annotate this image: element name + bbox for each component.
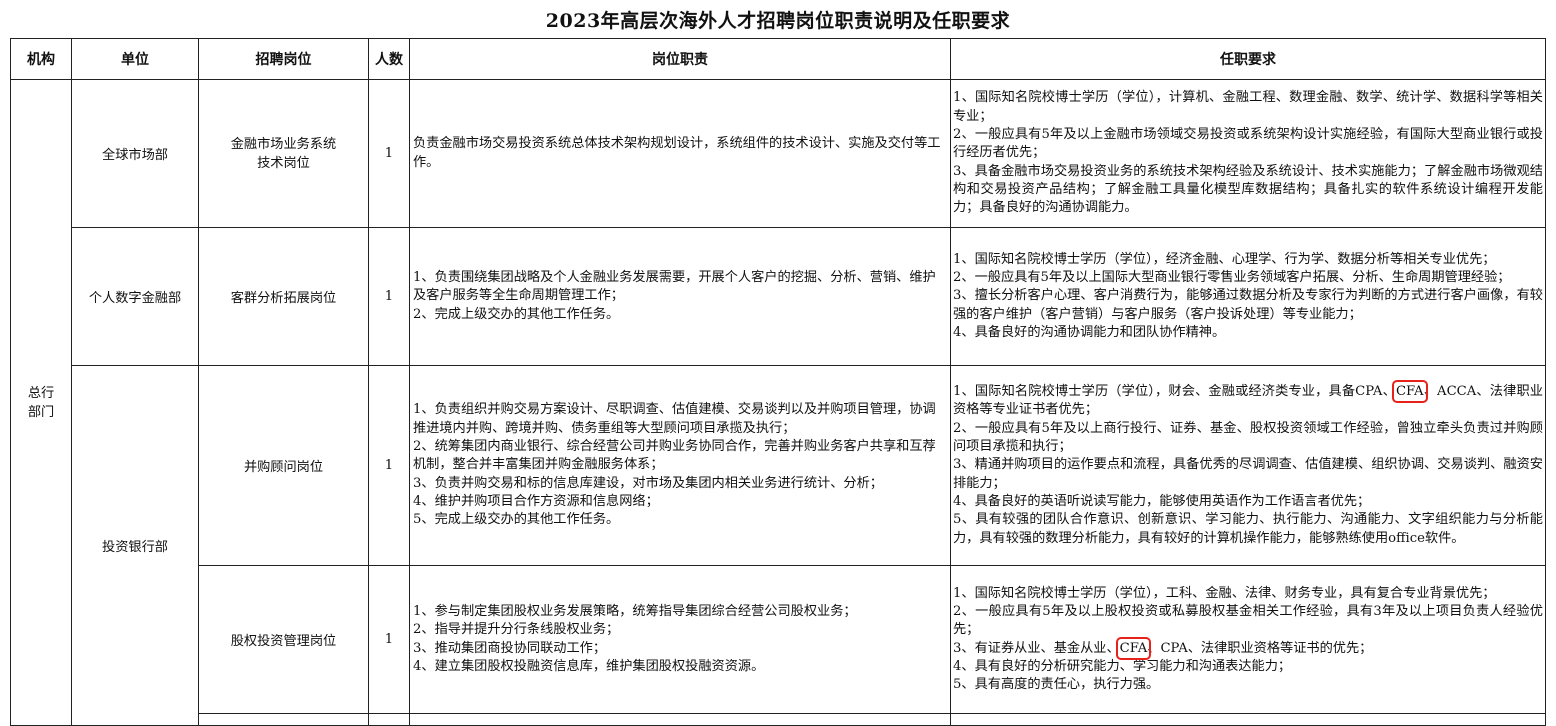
requirement-item: 2、一般应具有5年及以上金融市场领域交易投资或系统架构设计实施经验，有国际大型商…: [953, 127, 1543, 161]
requirement-item: 1、国际知名院校博士学历（学位），财会、金融或经济类专业，具备CPA、CFA、A…: [953, 380, 1543, 420]
table-row: 个人数字金融部 客群分析拓展岗位 1 1、负责围绕集团战略及个人金融业务发展需要…: [11, 227, 1546, 366]
table-row: 总行 部门 全球市场部 金融市场业务系统 技术岗位 1 负责金融市场交易投资系统…: [10, 79, 1546, 726]
duty-item: 3、负责并购交易和标的信息库建设，对市场及集团内相关业务进行统计、分析；: [413, 475, 883, 491]
requirement-item: 5、具有高度的责任心，执行力强。: [953, 677, 1160, 693]
requirement-item: 1、国际知名院校博士学历（学位），计算机、金融工程、数理金融、数学、统计学、数据…: [953, 90, 1543, 124]
duty-item: 1、参与制定集团股权业务发展策略，统筹指导集团综合经营公司股权业务；: [413, 603, 857, 619]
requirement-item: 2、一般应具有5年及以上国际大型商业银行零售业务领域客户拓展、分析、生命周期管理…: [953, 270, 1511, 286]
header-org: 机构: [10, 38, 72, 80]
position-line: 技术岗位: [257, 155, 310, 171]
position-cell: 并购顾问岗位: [198, 365, 369, 566]
duty-item: 2、完成上级交办的其他工作任务。: [413, 306, 620, 322]
duty-item: 1、负责组织并购交易方案设计、尽职调查、估值建模、交易谈判以及并购项目管理，协调…: [413, 402, 936, 436]
duty-item: 5、完成上级交办的其他工作任务。: [413, 512, 620, 528]
empty-cell: [368, 713, 410, 726]
header-requirements: 任职要求: [950, 38, 1546, 80]
duty-item: 4、维护并购项目合作方资源和信息网络；: [413, 493, 659, 509]
recruitment-table: 机构 单位 招聘岗位 人数 岗位职责 任职要求 总行 部门 全球市场部 金融市场…: [10, 38, 1546, 726]
position-cell: 股权投资管理岗位: [198, 565, 369, 714]
requirement-item: 3、精通并购项目的运作要点和流程，具备优秀的尽调调查、估值建模、组织协调、交易谈…: [953, 457, 1543, 491]
header-unit: 单位: [71, 38, 199, 80]
requirement-item: 4、具备良好的英语听说读写能力，能够使用英语作为工作语言者优先；: [953, 493, 1371, 509]
table-row: [11, 713, 1546, 726]
cfa-highlight: CFA: [1391, 380, 1428, 404]
requirement-item: 3、具备金融市场交易投资业务的系统技术架构经验及系统设计、技术实施能力；了解金融…: [953, 163, 1543, 216]
requirement-item: 4、具有良好的分析研究能力、学习能力和沟通表达能力；: [953, 658, 1292, 674]
requirements-cell: 1、国际知名院校博士学历（学位），经济金融、心理学、行为学、数据分析等相关专业优…: [950, 227, 1546, 366]
cfa-highlight: CFA: [1115, 636, 1152, 660]
table-row: 投资银行部 并购顾问岗位 1 1、负责组织并购交易方案设计、尽职调查、估值建模、…: [11, 365, 1546, 726]
requirement-text: 、CPA、法律职业资格等证书的优先；: [1147, 640, 1373, 656]
duty-item: 负责金融市场交易投资系统总体技术架构规划设计，系统组件的技术设计、实施及交付等工…: [413, 136, 941, 170]
requirement-text: 1、国际知名院校博士学历（学位），财会、金融或经济类专业，具备CPA、: [953, 384, 1396, 400]
requirement-item: 2、一般应具有5年及以上商行投行、证券、基金、股权投资领域工作经验，曾独立牵头负…: [953, 420, 1543, 455]
requirement-item: 1、国际知名院校博士学历（学位），经济金融、心理学、行为学、数据分析等相关专业优…: [953, 251, 1496, 267]
duty-item: 4、建立集团股权投融资信息库，维护集团股权投融资资源。: [413, 658, 765, 674]
empty-cell: [409, 713, 951, 726]
position-cell: 客群分析拓展岗位: [198, 227, 369, 366]
requirement-item: 3、有证券从业、基金从业、CFA、CPA、法律职业资格等证书的优先；: [953, 636, 1543, 660]
duty-item: 3、推动集团商投协同联动工作；: [413, 640, 607, 656]
header-row: 机构 单位 招聘岗位 人数 岗位职责 任职要求: [10, 38, 1546, 80]
count-cell: 1: [368, 365, 410, 566]
position-cell: 金融市场业务系统 技术岗位: [198, 79, 369, 228]
org-cell: 总行 部门: [10, 79, 72, 726]
requirement-text: 3、有证券从业、基金从业、: [953, 640, 1120, 656]
page-title: 2023年高层次海外人才招聘岗位职责说明及任职要求: [545, 10, 1011, 32]
count-cell: 1: [368, 227, 410, 366]
duties-cell: 1、负责围绕集团战略及个人金融业务发展需要，开展个人客户的挖掘、分析、营销、维护…: [409, 227, 951, 366]
requirement-item: 3、擅长分析客户心理、客户消费行为，能够通过数据分析及专家行为判断的方式进行客户…: [953, 288, 1543, 322]
duties-cell: 1、参与制定集团股权业务发展策略，统筹指导集团综合经营公司股权业务； 2、指导并…: [409, 565, 951, 714]
requirement-item: 2、一般应具有5年及以上股权投资或私募股权基金相关工作经验，具有3年及以上项目负…: [953, 603, 1543, 638]
unit-cell: 个人数字金融部: [71, 227, 199, 366]
requirements-cell: 1、国际知名院校博士学历（学位），财会、金融或经济类专业，具备CPA、CFA、A…: [950, 365, 1546, 566]
duty-item: 2、统筹集团内商业银行、综合经营公司并购业务协同合作，完善并购业务客户共享和互荐…: [413, 439, 936, 473]
count-cell: 1: [368, 565, 410, 714]
empty-cell: [198, 713, 369, 726]
org-name-line: 部门: [27, 404, 55, 420]
duties-cell: 负责金融市场交易投资系统总体技术架构规划设计，系统组件的技术设计、实施及交付等工…: [409, 79, 951, 228]
requirement-item: 5、具有较强的团队合作意识、创新意识、学习能力、执行能力、沟通能力、文字组织能力…: [953, 512, 1543, 546]
requirement-item: 1、国际知名院校博士学历（学位），工科、金融、法律、财务专业，具有复合专业背景优…: [953, 585, 1496, 601]
count-cell: 1: [368, 79, 410, 228]
org-name-line: 总行: [27, 385, 55, 401]
requirements-cell: 1、国际知名院校博士学历（学位），计算机、金融工程、数理金融、数学、统计学、数据…: [950, 79, 1546, 228]
requirements-cell: 1、国际知名院校博士学历（学位），工科、金融、法律、财务专业，具有复合专业背景优…: [950, 565, 1546, 714]
duties-cell: 1、负责组织并购交易方案设计、尽职调查、估值建模、交易谈判以及并购项目管理，协调…: [409, 365, 951, 566]
empty-cell: [950, 713, 1546, 726]
position-line: 金融市场业务系统: [230, 136, 337, 152]
requirement-item: 4、具备良好的沟通协调能力和团队协作精神。: [953, 324, 1226, 340]
header-position: 招聘岗位: [198, 38, 369, 80]
table-row: 股权投资管理岗位 1 1、参与制定集团股权业务发展策略，统筹指导集团综合经营公司…: [11, 565, 1546, 714]
unit-cell: 投资银行部: [71, 365, 199, 726]
duty-item: 2、指导并提升分行条线股权业务；: [413, 622, 620, 638]
unit-cell: 全球市场部: [71, 79, 199, 228]
duty-item: 1、负责围绕集团战略及个人金融业务发展需要，开展个人客户的挖掘、分析、营销、维护…: [413, 270, 936, 304]
header-duties: 岗位职责: [409, 38, 951, 80]
header-count: 人数: [368, 38, 410, 80]
